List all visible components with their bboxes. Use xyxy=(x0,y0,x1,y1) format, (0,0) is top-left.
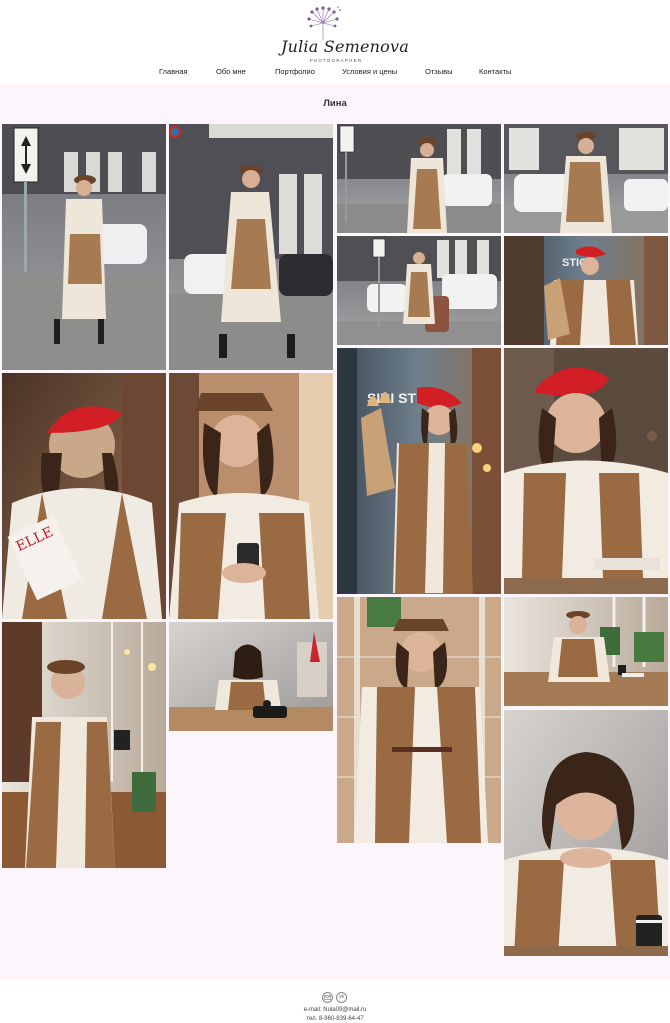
gallery-photo[interactable] xyxy=(504,348,668,594)
logo-subtitle: PHOTOGRAPHER xyxy=(309,58,363,63)
gallery-photo[interactable]: SIBI STICA xyxy=(337,348,501,594)
gallery-photo[interactable] xyxy=(504,710,668,956)
envelope-icon xyxy=(324,995,331,1000)
gallery-photo[interactable] xyxy=(504,597,668,706)
gallery-photo[interactable] xyxy=(169,124,333,370)
main-nav: Главная Обо мне Портфолио Условия и цены… xyxy=(0,67,670,79)
site-logo[interactable]: Julia Semenova PHOTOGRAPHER xyxy=(281,6,409,63)
nav-item-reviews[interactable]: Отзывы xyxy=(425,67,452,76)
nav-item-home[interactable]: Главная xyxy=(159,67,188,76)
site-header: Julia Semenova PHOTOGRAPHER Главная Обо … xyxy=(0,0,670,84)
email-icon[interactable] xyxy=(322,992,333,1003)
gallery-photo[interactable] xyxy=(337,597,501,843)
gallery-photo[interactable] xyxy=(169,373,333,619)
dandelion-icon xyxy=(307,6,341,40)
page-title: Лина xyxy=(323,98,347,109)
gallery-photo[interactable] xyxy=(169,622,333,731)
gallery-photo[interactable]: ELLE xyxy=(2,373,166,619)
gallery-photo[interactable]: STICA xyxy=(504,236,668,345)
footer-phone: тел. 8-960-839-64-47 xyxy=(306,1016,364,1022)
vk-icon[interactable]: vk xyxy=(336,992,347,1003)
gallery-photo[interactable] xyxy=(2,124,166,370)
nav-item-portfolio[interactable]: Портфолио xyxy=(275,67,315,76)
gallery-photo[interactable] xyxy=(337,124,501,233)
footer-email[interactable]: e-mail: Nula09@mail.ru xyxy=(0,1007,670,1013)
nav-item-about[interactable]: Обо мне xyxy=(216,67,246,76)
nav-item-prices[interactable]: Условия и цены xyxy=(342,67,397,76)
logo-name: Julia Semenova xyxy=(281,37,409,56)
gallery-photo[interactable] xyxy=(504,124,668,233)
gallery-photo[interactable] xyxy=(2,622,166,868)
gallery-photo[interactable] xyxy=(337,236,501,345)
nav-item-contacts[interactable]: Контакты xyxy=(479,67,511,76)
